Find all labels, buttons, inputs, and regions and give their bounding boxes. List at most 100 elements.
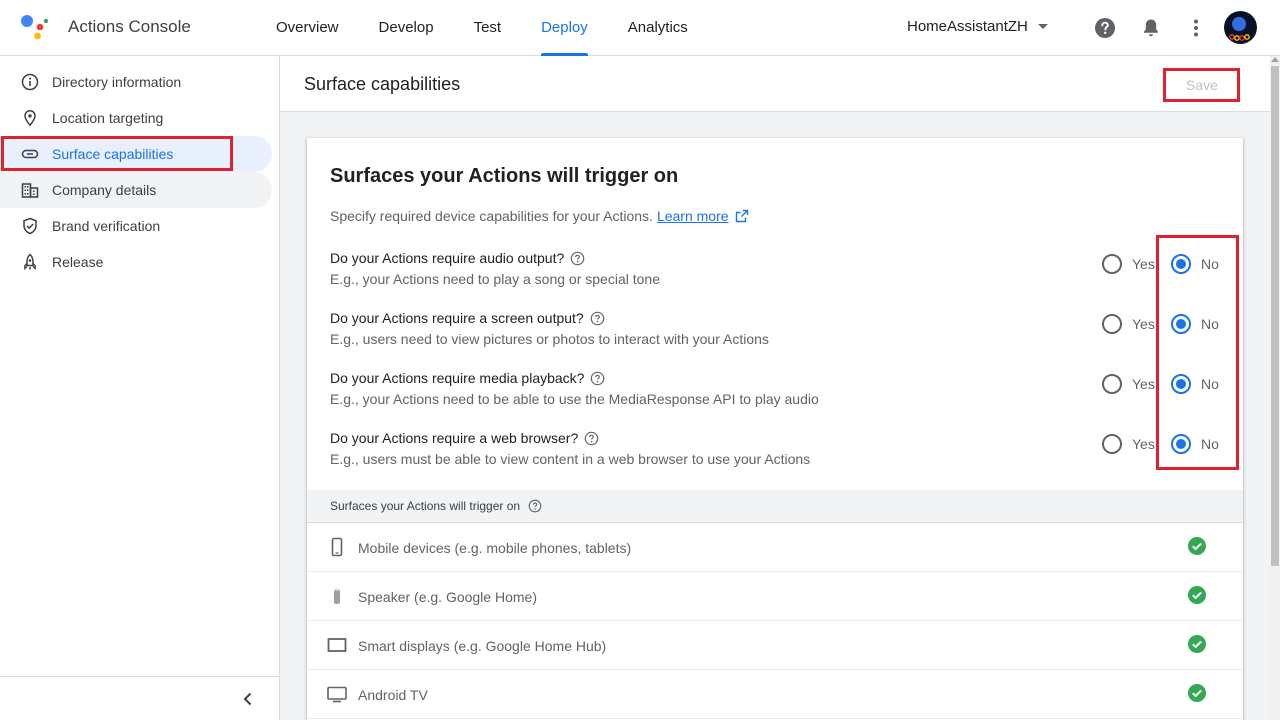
save-button[interactable]: Save	[1166, 70, 1238, 100]
tab-overview[interactable]: Overview	[276, 0, 339, 56]
surfaces-header-text: Surfaces your Actions will trigger on	[330, 499, 521, 513]
question-screen-output: Do your Actions require a screen output?…	[330, 310, 1219, 350]
avatar[interactable]	[1224, 11, 1257, 44]
help-outline-icon[interactable]	[590, 311, 605, 326]
chevron-left-icon[interactable]	[238, 689, 258, 709]
smart-display-icon	[327, 638, 347, 652]
bell-icon[interactable]	[1139, 16, 1163, 40]
surface-row-mobile: Mobile devices (e.g. mobile phones, tabl…	[307, 523, 1243, 572]
check-circle-icon	[1188, 586, 1206, 604]
page-header: Surface capabilities Save	[280, 56, 1270, 112]
open-in-new-icon[interactable]	[735, 209, 749, 223]
question-subtitle: E.g., users must be able to view content…	[330, 451, 811, 467]
help-outline-icon[interactable]	[590, 371, 605, 386]
sidebar-item-release[interactable]: Release	[0, 244, 272, 280]
check-circle-icon	[1188, 684, 1206, 702]
radio-label: No	[1201, 316, 1219, 332]
question-title: Do your Actions require a web browser?	[330, 430, 1210, 446]
page-title: Surface capabilities	[304, 74, 461, 94]
question-title: Do your Actions require a screen output?	[330, 310, 1210, 326]
surface-row-speaker: Speaker (e.g. Google Home)	[307, 572, 1243, 621]
help-outline-icon[interactable]	[570, 251, 585, 266]
audio-output-yes-radio[interactable]: Yes	[1102, 254, 1155, 274]
sidebar-item-location-targeting[interactable]: Location targeting	[0, 100, 272, 136]
question-media-playback: Do your Actions require media playback? …	[330, 370, 1219, 410]
help-outline-icon[interactable]	[528, 499, 542, 513]
tv-icon	[327, 686, 347, 703]
rocket-icon	[20, 252, 40, 272]
surface-name: Mobile devices (e.g. mobile phones, tabl…	[358, 540, 632, 556]
question-subtitle: E.g., your Actions need to be able to us…	[330, 391, 819, 407]
project-selector[interactable]: HomeAssistantZH	[907, 18, 1048, 35]
sidebar-item-label: Directory information	[52, 74, 182, 90]
question-subtitle: E.g., your Actions need to play a song o…	[330, 271, 660, 287]
sidebar-item-label: Brand verification	[52, 218, 161, 234]
check-circle-icon	[1188, 537, 1206, 555]
caret-down-icon	[1037, 24, 1048, 29]
media-playback-no-radio[interactable]: No	[1171, 374, 1219, 394]
radio-label: Yes	[1132, 256, 1155, 272]
screen-output-no-radio[interactable]: No	[1171, 314, 1219, 334]
top-app-bar: Actions Console Overview Develop Test De…	[0, 0, 1280, 56]
screen-output-yes-radio[interactable]: Yes	[1102, 314, 1155, 334]
page-scrollbar[interactable]	[1270, 56, 1280, 720]
scrollbar-thumb[interactable]	[1271, 66, 1279, 566]
sidebar-item-label: Release	[52, 254, 104, 270]
sidebar-item-brand-verification[interactable]: Brand verification	[0, 208, 272, 244]
scroll-up-arrow-icon[interactable]	[1271, 57, 1279, 62]
tab-test[interactable]: Test	[474, 0, 502, 56]
sidebar-item-company-details[interactable]: Company details	[0, 172, 272, 208]
tab-develop[interactable]: Develop	[379, 0, 434, 56]
sidebar-item-label: Location targeting	[52, 110, 164, 126]
sidebar: Directory information Location targeting…	[0, 56, 280, 720]
help-circle-icon[interactable]	[1093, 16, 1117, 40]
learn-more-link[interactable]: Learn more	[657, 208, 729, 224]
question-audio-output: Do your Actions require audio output? E.…	[330, 250, 1219, 290]
surface-name: Smart displays (e.g. Google Home Hub)	[358, 638, 607, 654]
sidebar-item-label: Surface capabilities	[52, 146, 174, 162]
card-description: Specify required device capabilities for…	[330, 208, 749, 224]
google-assistant-logo-icon[interactable]	[20, 14, 50, 40]
radio-label: Yes	[1132, 436, 1155, 452]
location-pin-icon	[20, 108, 40, 128]
main-nav: Overview Develop Test Deploy Analytics	[276, 0, 728, 56]
surface-capabilities-card: Surfaces your Actions will trigger on Sp…	[307, 138, 1243, 720]
app-title[interactable]: Actions Console	[68, 17, 191, 37]
help-outline-icon[interactable]	[584, 431, 599, 446]
web-browser-yes-radio[interactable]: Yes	[1102, 434, 1155, 454]
radio-label: No	[1201, 436, 1219, 452]
link-icon	[20, 144, 40, 164]
radio-label: Yes	[1132, 376, 1155, 392]
question-title-text: Do your Actions require audio output?	[330, 250, 565, 266]
radio-label: No	[1201, 256, 1219, 272]
question-title-text: Do your Actions require media playback?	[330, 370, 585, 386]
project-name: HomeAssistantZH	[907, 18, 1028, 35]
building-icon	[20, 180, 40, 200]
question-subtitle: E.g., users need to view pictures or pho…	[330, 331, 769, 347]
radio-label: No	[1201, 376, 1219, 392]
more-vert-icon[interactable]	[1184, 16, 1208, 40]
media-playback-yes-radio[interactable]: Yes	[1102, 374, 1155, 394]
description-text: Specify required device capabilities for…	[330, 208, 653, 224]
question-title-text: Do your Actions require a web browser?	[330, 430, 579, 446]
surfaces-header: Surfaces your Actions will trigger on	[307, 490, 1243, 523]
audio-output-no-radio[interactable]: No	[1171, 254, 1219, 274]
speaker-icon	[334, 588, 340, 604]
radio-label: Yes	[1132, 316, 1155, 332]
tab-deploy[interactable]: Deploy	[541, 0, 588, 56]
sidebar-item-directory-information[interactable]: Directory information	[0, 64, 272, 100]
info-icon	[20, 72, 40, 92]
check-circle-icon	[1188, 635, 1206, 653]
sidebar-item-label: Company details	[52, 182, 157, 198]
main-content: Surface capabilities Save Surfaces your …	[280, 56, 1270, 720]
smartphone-icon	[331, 537, 343, 557]
sidebar-footer	[0, 676, 279, 720]
question-title-text: Do your Actions require a screen output?	[330, 310, 584, 326]
web-browser-no-radio[interactable]: No	[1171, 434, 1219, 454]
question-web-browser: Do your Actions require a web browser? E…	[330, 430, 1219, 470]
surface-row-smart-display: Smart displays (e.g. Google Home Hub)	[307, 621, 1243, 670]
tab-analytics[interactable]: Analytics	[628, 0, 688, 56]
sidebar-item-surface-capabilities[interactable]: Surface capabilities	[0, 136, 272, 172]
surfaces-header-label: Surfaces your Actions will trigger on	[330, 499, 542, 513]
shield-check-icon	[20, 216, 40, 236]
